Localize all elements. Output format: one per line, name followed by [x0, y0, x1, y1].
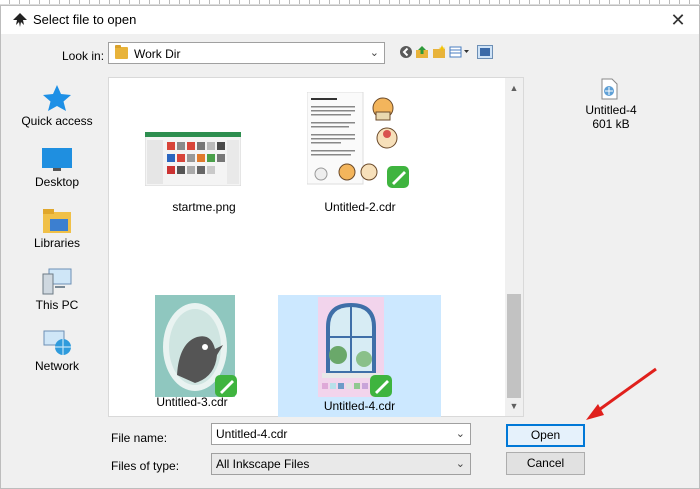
up-folder-icon[interactable]	[415, 45, 429, 59]
chevron-down-icon: ⌄	[369, 47, 379, 59]
dialog-title: Select file to open	[33, 12, 137, 27]
libraries-icon	[43, 209, 71, 233]
cancel-button[interactable]: Cancel	[506, 452, 585, 475]
place-label: Quick access	[21, 114, 93, 128]
file-list: startme.png Untitled-2.cdr Untitled-3.cd…	[108, 77, 524, 417]
file-type-combo[interactable]: All Inkscape Files ⌄	[211, 453, 471, 475]
file-name-label: File name:	[111, 431, 168, 445]
place-desktop[interactable]: Desktop	[9, 147, 105, 189]
look-in-combo[interactable]: Work Dir ⌄	[108, 42, 385, 64]
new-folder-icon[interactable]	[432, 45, 446, 59]
file-thumbnail	[145, 132, 241, 186]
file-tile-untitled-3[interactable]: Untitled-3.cdr	[113, 291, 271, 415]
preview-file-size: 601 kB	[592, 117, 630, 131]
folder-icon	[115, 45, 128, 59]
look-in-label: Look in:	[62, 49, 105, 63]
view-menu-icon[interactable]	[449, 45, 471, 59]
chevron-down-icon: ⌄	[455, 428, 465, 440]
file-thumbnail	[307, 92, 409, 188]
file-tile-untitled-2[interactable]: Untitled-2.cdr	[281, 86, 439, 226]
scroll-up-icon[interactable]: ▲	[505, 80, 523, 96]
file-name: startme.png	[172, 200, 236, 214]
star-icon	[43, 85, 71, 111]
file-type-label: Files of type:	[111, 459, 180, 473]
chevron-down-icon: ⌄	[455, 458, 465, 470]
file-thumbnail	[155, 295, 237, 397]
file-tile-startme[interactable]: startme.png	[125, 86, 283, 226]
open-file-dialog: Select file to open ✕ Look in: Work Dir …	[0, 5, 700, 489]
preview-toggle-icon[interactable]	[477, 45, 493, 59]
close-icon: ✕	[670, 10, 686, 30]
open-button[interactable]: Open	[506, 424, 585, 447]
place-network[interactable]: Network	[9, 329, 105, 373]
close-button[interactable]: ✕	[667, 9, 689, 31]
place-label: This PC	[35, 298, 79, 312]
file-tile-untitled-4[interactable]: Untitled-4.cdr	[278, 295, 441, 417]
back-icon[interactable]	[399, 45, 413, 59]
file-name: Untitled-3.cdr	[156, 395, 228, 409]
place-libraries[interactable]: Libraries	[9, 208, 105, 250]
places-sidebar: Quick access Desktop Libraries This PC N…	[9, 74, 105, 414]
place-label: Desktop	[34, 175, 80, 189]
file-list-scrollbar[interactable]: ▲ ▼	[505, 78, 523, 416]
preview-file-name: Untitled-4	[585, 103, 637, 117]
place-label: Network	[34, 359, 79, 373]
file-name: Untitled-2.cdr	[324, 200, 396, 214]
scroll-down-icon[interactable]: ▼	[505, 398, 523, 414]
scrollbar-thumb[interactable]	[507, 294, 521, 398]
file-name-value: Untitled-4.cdr	[216, 427, 288, 441]
place-label: Libraries	[33, 236, 81, 250]
computer-icon	[42, 268, 72, 295]
network-icon	[43, 330, 71, 355]
title-bar: Select file to open ✕	[1, 6, 699, 34]
desktop-icon	[42, 148, 72, 171]
file-name-combo[interactable]: Untitled-4.cdr ⌄	[211, 423, 471, 445]
file-name: Untitled-4.cdr	[323, 399, 396, 413]
inkscape-app-icon	[13, 13, 27, 27]
file-thumbnail	[318, 297, 392, 397]
place-quick-access[interactable]: Quick access	[9, 84, 105, 128]
look-in-value: Work Dir	[134, 47, 181, 61]
file-preview-icon	[601, 78, 618, 100]
place-this-pc[interactable]: This PC	[9, 268, 105, 312]
file-type-value: All Inkscape Files	[216, 457, 310, 471]
